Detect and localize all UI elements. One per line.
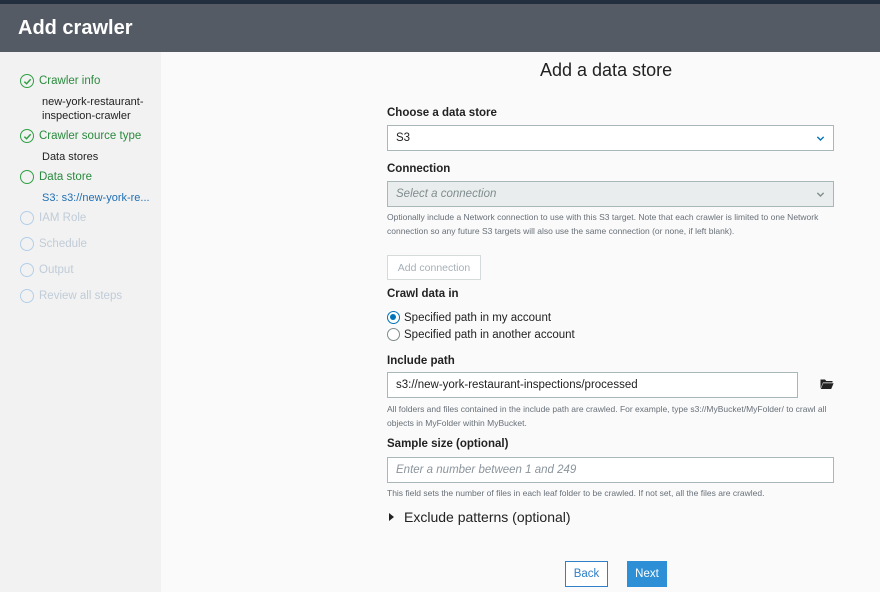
sample-size-input[interactable]: Enter a number between 1 and 249	[387, 457, 834, 483]
include-path-label: Include path	[387, 355, 455, 367]
radio-label: Specified path in another account	[404, 328, 575, 341]
sample-size-label: Sample size (optional)	[387, 438, 509, 450]
check-icon	[20, 129, 34, 143]
connection-label: Connection	[387, 163, 451, 175]
step-crawler-info-sub: new-york-restaurant-inspection-crawler	[42, 96, 144, 122]
radio-button-checked[interactable]	[387, 311, 400, 324]
radio-label: Specified path in my account	[404, 311, 552, 324]
folder-icon[interactable]	[820, 378, 834, 390]
step-label: Crawler info	[39, 75, 101, 87]
circle-icon	[20, 170, 34, 184]
step-label: IAM Role	[39, 212, 87, 224]
step-label: Crawler source type	[39, 130, 142, 142]
check-icon	[20, 74, 34, 88]
step-schedule: Schedule	[20, 237, 87, 251]
step-data-store[interactable]: Data store	[20, 170, 92, 184]
step-label: Schedule	[39, 238, 87, 250]
chevron-down-icon	[816, 192, 825, 197]
sample-size-help-text: This field sets the number of files in e…	[387, 488, 765, 498]
page-header-title: Add crawler	[18, 17, 133, 39]
step-data-store-sub[interactable]: S3: s3://new-york-re...	[42, 191, 157, 205]
connection-select[interactable]: Select a connection	[387, 181, 834, 207]
circle-icon	[20, 263, 34, 277]
next-button[interactable]: Next	[627, 561, 667, 587]
step-crawler-source-type-sub: Data stores	[42, 151, 99, 163]
header-bar: Add crawler	[0, 4, 880, 52]
circle-icon	[20, 289, 34, 303]
radio-my-account[interactable]: Specified path in my account	[387, 311, 551, 324]
connection-placeholder: Select a connection	[396, 188, 497, 200]
radio-button[interactable]	[387, 328, 400, 341]
data-store-select[interactable]: S3	[387, 125, 834, 151]
data-store-label: Choose a data store	[387, 107, 497, 119]
back-button[interactable]: Back	[565, 561, 608, 587]
page-title: Add a data store	[540, 60, 673, 80]
step-review-all-steps: Review all steps	[20, 289, 122, 303]
chevron-down-icon	[816, 136, 825, 141]
radio-another-account[interactable]: Specified path in another account	[387, 328, 575, 341]
data-store-value: S3	[396, 132, 411, 144]
connection-help-text: Optionally include a Network connection …	[387, 212, 819, 236]
caret-right-icon	[389, 513, 394, 521]
step-crawler-info[interactable]: Crawler info	[20, 74, 100, 88]
add-connection-button[interactable]: Add connection	[387, 255, 481, 280]
include-path-input[interactable]: s3://new-york-restaurant-inspections/pro…	[387, 372, 798, 398]
exclude-patterns-label: Exclude patterns (optional)	[404, 509, 571, 525]
step-crawler-source-type[interactable]: Crawler source type	[20, 129, 141, 143]
exclude-patterns-toggle[interactable]: Exclude patterns (optional)	[389, 509, 571, 525]
step-iam-role: IAM Role	[20, 211, 86, 225]
circle-icon	[20, 237, 34, 251]
circle-icon	[20, 211, 34, 225]
crawl-data-in-label: Crawl data in	[387, 288, 459, 300]
step-label: Data store	[39, 171, 93, 183]
step-label: Review all steps	[39, 290, 123, 302]
include-path-help-text: All folders and files contained in the i…	[387, 404, 827, 428]
step-label: Output	[39, 264, 74, 276]
step-output: Output	[20, 263, 74, 277]
